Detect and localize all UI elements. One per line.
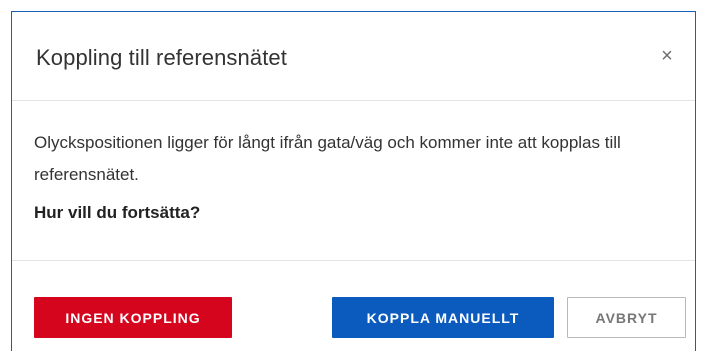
dialog-question: Hur vill du fortsätta? [34, 203, 201, 222]
dialog-header: Koppling till referensnätet × [12, 12, 695, 101]
dialog-body: Olyckspositionen ligger för långt ifrån … [12, 101, 695, 261]
dialog-title: Koppling till referensnätet [36, 45, 287, 70]
connection-dialog: Koppling till referensnätet × Olycksposi… [11, 11, 696, 351]
cancel-button[interactable]: AVBRYT [567, 297, 686, 338]
page: Koppling till referensnätet × Olycksposi… [0, 0, 701, 351]
dialog-footer: INGEN KOPPLING KOPPLA MANUELLT AVBRYT [12, 261, 695, 351]
no-connection-button[interactable]: INGEN KOPPLING [34, 297, 232, 338]
dialog-message: Olyckspositionen ligger för långt ifrån … [34, 133, 621, 184]
connect-manually-button[interactable]: KOPPLA MANUELLT [332, 297, 554, 338]
close-icon[interactable]: × [657, 46, 677, 66]
